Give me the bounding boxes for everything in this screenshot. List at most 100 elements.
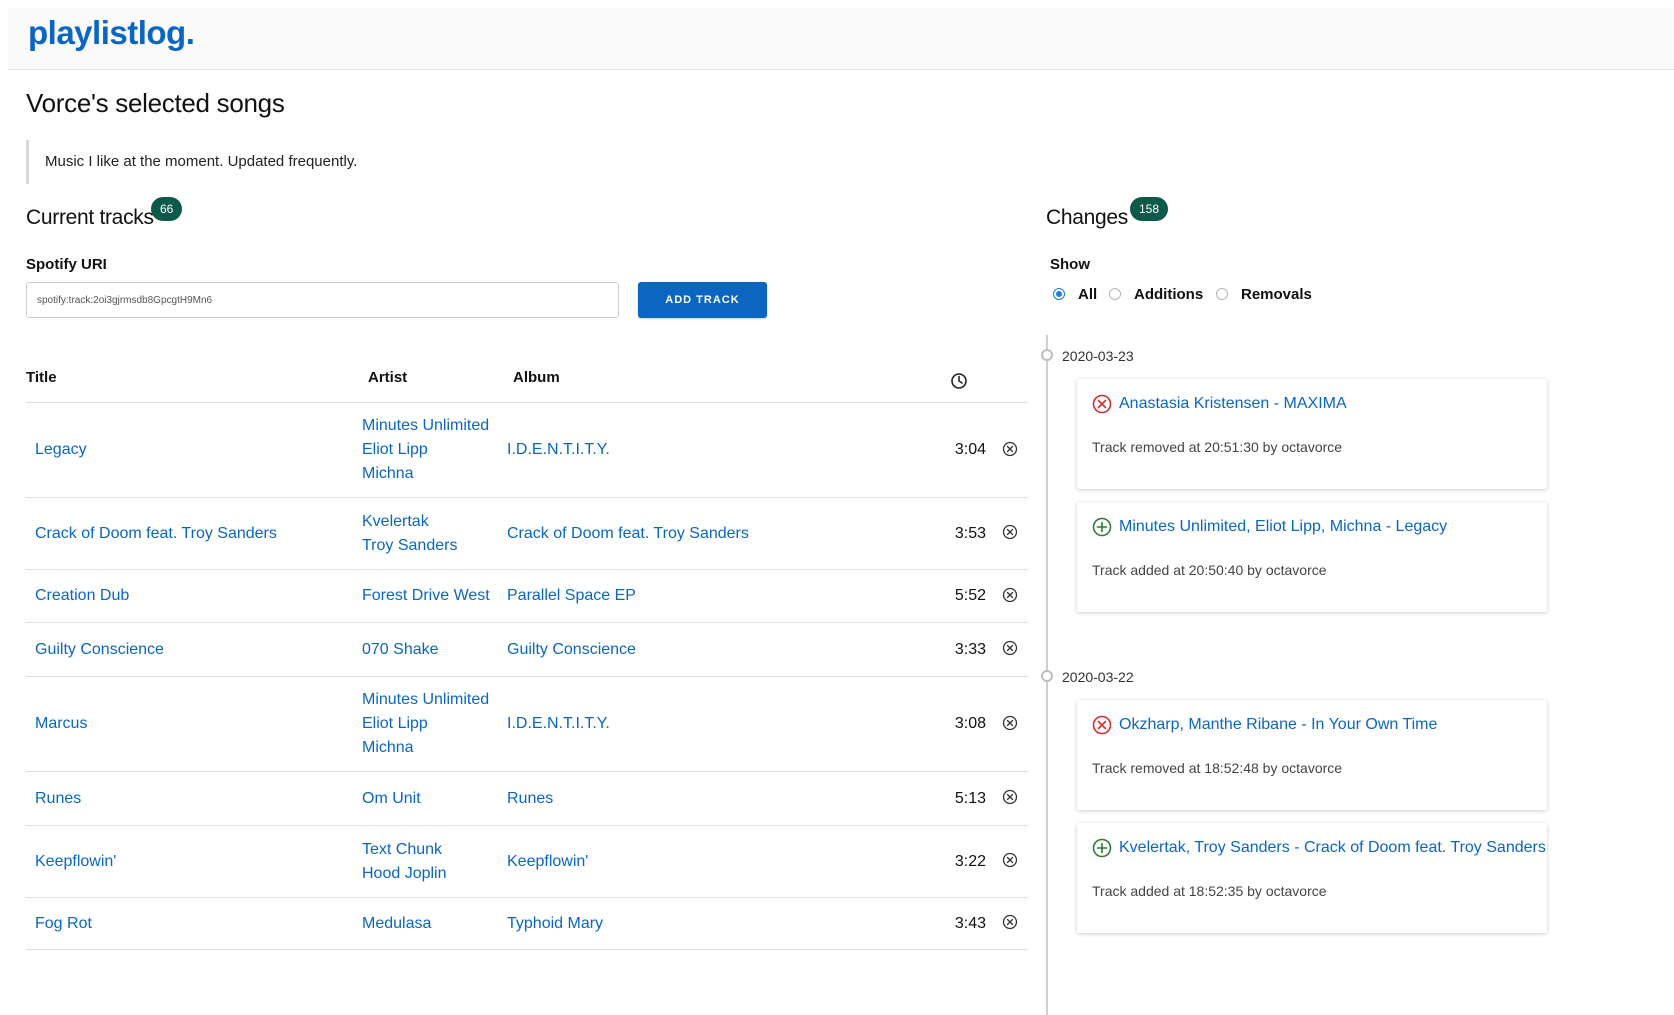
change-track-link[interactable]: Kvelertak, Troy Sanders - Crack of Doom … xyxy=(1119,838,1546,858)
track-row: Crack of Doom feat. Troy Sanders Kvelerta… xyxy=(26,498,1028,570)
filter-removals-option[interactable]: Removals xyxy=(1216,284,1312,304)
filter-removals-label[interactable]: Removals xyxy=(1241,286,1312,303)
column-header-album[interactable]: Album xyxy=(513,369,560,386)
track-album-cell: Runes xyxy=(507,772,907,825)
filter-all-option[interactable]: All xyxy=(1053,284,1097,304)
track-duration: 3:22 xyxy=(954,852,986,870)
change-meta: Track removed at 20:51:30 by octavorce xyxy=(1092,439,1343,455)
track-title-link[interactable]: Keepflowin' xyxy=(35,850,355,874)
add-track-button[interactable]: ADD TRACK xyxy=(638,282,767,318)
remove-track-icon[interactable] xyxy=(1002,640,1018,656)
filter-all-radio[interactable] xyxy=(1053,288,1065,300)
artist-link[interactable]: Troy Sanders xyxy=(362,534,502,558)
track-artist-cell: Kvelertak Troy Sanders xyxy=(362,498,502,569)
change-date: 2020-03-23 xyxy=(1062,348,1134,364)
track-title-link[interactable]: Legacy xyxy=(35,438,355,462)
album-link[interactable]: I.D.E.N.T.I.T.Y. xyxy=(507,712,907,736)
remove-track-icon[interactable] xyxy=(1002,524,1018,540)
current-tracks-title: Current tracks xyxy=(26,206,154,229)
filter-additions-label[interactable]: Additions xyxy=(1134,286,1203,303)
track-album-cell: I.D.E.N.T.I.T.Y. xyxy=(507,677,907,771)
track-title-link[interactable]: Crack of Doom feat. Troy Sanders xyxy=(35,522,355,546)
track-artist-cell: 070 Shake xyxy=(362,623,502,676)
timeline-dot xyxy=(1041,670,1053,682)
album-link[interactable]: I.D.E.N.T.I.T.Y. xyxy=(507,438,907,462)
track-duration: 3:33 xyxy=(954,640,986,658)
track-title-link[interactable]: Guilty Conscience xyxy=(35,638,355,662)
track-artist-cell: Medulasa xyxy=(362,898,502,949)
album-link[interactable]: Crack of Doom feat. Troy Sanders xyxy=(507,522,907,546)
track-title-link[interactable]: Marcus xyxy=(35,712,355,736)
remove-track-icon[interactable] xyxy=(1002,914,1018,930)
track-artist-cell: Om Unit xyxy=(362,772,502,825)
track-artist-cell: Text Chunk Hood Joplin xyxy=(362,826,502,897)
remove-track-icon[interactable] xyxy=(1002,441,1018,457)
track-duration: 3:43 xyxy=(954,914,986,932)
album-link[interactable]: Parallel Space EP xyxy=(507,584,907,608)
album-link[interactable]: Runes xyxy=(507,787,907,811)
track-duration: 3:04 xyxy=(954,441,986,458)
change-card-removed: Okzharp, Manthe Ribane - In Your Own Tim… xyxy=(1077,700,1547,810)
change-meta: Track added at 18:52:35 by octavorce xyxy=(1092,883,1327,899)
changes-count-badge: 158 xyxy=(1130,197,1169,221)
change-track-link[interactable]: Anastasia Kristensen - MAXIMA xyxy=(1119,394,1347,414)
spotify-uri-label: Spotify URI xyxy=(26,256,107,273)
track-title-link[interactable]: Creation Dub xyxy=(35,584,355,608)
track-album-cell: I.D.E.N.T.I.T.Y. xyxy=(507,403,907,497)
track-duration: 5:52 xyxy=(954,587,986,604)
track-title-link[interactable]: Runes xyxy=(35,787,355,811)
artist-link[interactable]: Medulasa xyxy=(362,912,502,936)
playlist-description: Music I like at the moment. Updated freq… xyxy=(26,140,726,184)
removed-icon xyxy=(1092,394,1112,414)
remove-track-icon[interactable] xyxy=(1002,789,1018,805)
track-title-cell: Crack of Doom feat. Troy Sanders xyxy=(35,498,355,569)
artist-link[interactable]: Om Unit xyxy=(362,787,502,811)
changes-title: Changes xyxy=(1046,206,1128,229)
clock-icon[interactable] xyxy=(950,372,968,390)
artist-link[interactable]: Eliot Lipp xyxy=(362,712,502,736)
artist-link[interactable]: Kvelertak xyxy=(362,510,502,534)
track-title-cell: Marcus xyxy=(35,677,355,771)
track-duration: 3:08 xyxy=(954,715,986,732)
track-artist-cell: Minutes Unlimited Eliot Lipp Michna xyxy=(362,403,502,497)
remove-track-icon[interactable] xyxy=(1002,587,1018,603)
artist-link[interactable]: Minutes Unlimited xyxy=(362,688,502,712)
column-header-artist[interactable]: Artist xyxy=(368,369,407,386)
track-row: Keepflowin' Text Chunk Hood Joplin Keepflow… xyxy=(26,826,1028,898)
filter-additions-radio[interactable] xyxy=(1109,288,1121,300)
column-header-title[interactable]: Title xyxy=(26,369,57,386)
track-row: Runes Om Unit Runes 5:13 xyxy=(26,772,1028,826)
artist-link[interactable]: Eliot Lipp xyxy=(362,438,502,462)
remove-track-icon[interactable] xyxy=(1002,852,1018,868)
artist-link[interactable]: Forest Drive West xyxy=(362,584,502,608)
removed-icon xyxy=(1092,715,1112,735)
track-album-cell: Keepflowin' xyxy=(507,826,907,897)
remove-track-icon[interactable] xyxy=(1002,715,1018,731)
artist-link[interactable]: Text Chunk xyxy=(362,838,502,862)
filter-additions-option[interactable]: Additions xyxy=(1109,284,1203,304)
album-link[interactable]: Keepflowin' xyxy=(507,850,907,874)
artist-link[interactable]: Hood Joplin xyxy=(362,862,502,886)
change-track-link[interactable]: Minutes Unlimited, Eliot Lipp, Michna - … xyxy=(1119,517,1447,537)
track-title-cell: Runes xyxy=(35,772,355,825)
album-link[interactable]: Typhoid Mary xyxy=(507,912,907,936)
filter-all-label[interactable]: All xyxy=(1078,286,1097,303)
artist-link[interactable]: Minutes Unlimited xyxy=(362,414,502,438)
artist-link[interactable]: 070 Shake xyxy=(362,638,502,662)
track-row: Guilty Conscience 070 Shake Guilty Conscie… xyxy=(26,623,1028,677)
app-header: playlistlog. xyxy=(8,8,1674,70)
album-link[interactable]: Guilty Conscience xyxy=(507,638,907,662)
artist-link[interactable]: Michna xyxy=(362,736,502,760)
track-duration: 3:53 xyxy=(954,524,986,542)
show-filter-label: Show xyxy=(1050,256,1090,273)
track-album-cell: Crack of Doom feat. Troy Sanders xyxy=(507,498,907,569)
change-meta: Track removed at 18:52:48 by octavorce xyxy=(1092,760,1343,776)
spotify-uri-input[interactable] xyxy=(26,282,619,318)
artist-link[interactable]: Michna xyxy=(362,462,502,486)
added-icon xyxy=(1092,517,1112,537)
app-logo[interactable]: playlistlog. xyxy=(28,14,195,52)
tracks-count-badge: 66 xyxy=(151,197,183,221)
filter-removals-radio[interactable] xyxy=(1216,288,1228,300)
change-track-link[interactable]: Okzharp, Manthe Ribane - In Your Own Tim… xyxy=(1119,715,1437,735)
track-title-link[interactable]: Fog Rot xyxy=(35,912,355,936)
